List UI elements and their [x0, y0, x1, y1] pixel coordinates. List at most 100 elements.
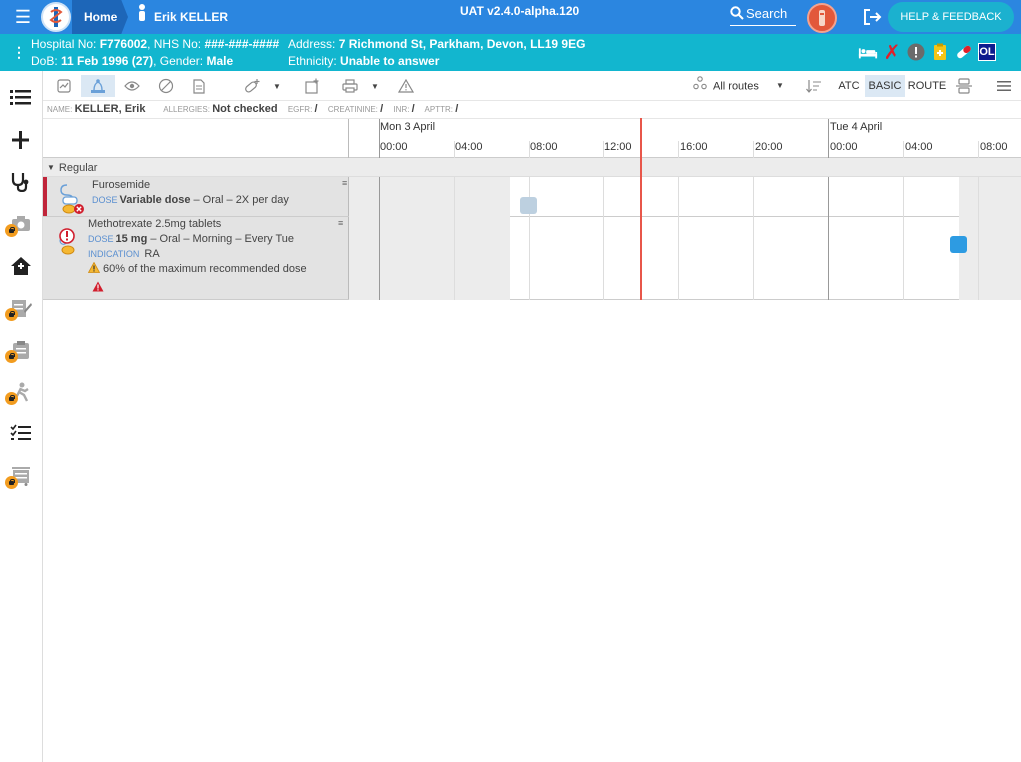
user-avatar[interactable] [807, 3, 837, 33]
allergy-x-icon[interactable]: ✗ [882, 40, 902, 64]
medication-name: Furosemide [92, 179, 151, 191]
routes-filter-dropdown[interactable]: All routes ▼ [693, 76, 788, 96]
print-dropdown[interactable]: ▼ [368, 75, 382, 97]
warning-triangle-icon[interactable] [395, 75, 417, 97]
nav-trolley[interactable] [0, 458, 43, 494]
medication-schedule [349, 217, 1021, 300]
nav-add[interactable] [0, 122, 43, 158]
medication-row[interactable]: Methotrexate 2.5mg tablets DOSE 15 mg – O… [43, 217, 1021, 300]
main-menu-icon[interactable]: ☰ [12, 8, 34, 26]
list-icon [10, 90, 31, 105]
dose-due-marker[interactable] [950, 236, 967, 253]
add-order-icon[interactable] [301, 75, 323, 97]
nav-home[interactable] [0, 248, 43, 284]
medication-info: Methotrexate 2.5mg tablets DOSE 15 mg – O… [43, 217, 349, 299]
search-label: Search [746, 6, 788, 21]
add-medication-icon[interactable] [241, 75, 263, 97]
creatinine-value: / [380, 103, 384, 115]
nav-camera[interactable] [0, 206, 43, 242]
view-eye-icon[interactable] [121, 75, 143, 97]
atc-view-button[interactable]: ATC [835, 75, 863, 97]
name-label: NAME: [47, 105, 73, 114]
allergies-value: Not checked [212, 103, 278, 115]
administer-icon[interactable] [81, 75, 115, 97]
time-tick: 16:00 [680, 141, 708, 153]
high-alert-icon[interactable] [92, 281, 104, 295]
patient-banner: ⋮ Hospital No: F776002, NHS No: ###-###-… [0, 34, 1021, 71]
search-button[interactable]: Search [730, 6, 796, 26]
ol-badge[interactable]: OL [978, 43, 996, 61]
time-tick: 00:00 [380, 141, 408, 153]
day-label-1: Mon 3 April [380, 121, 436, 133]
creatinine-label: CREATININE: [327, 105, 378, 114]
medication-indication-line: INDICATION RA [88, 248, 160, 260]
app-logo[interactable] [41, 2, 71, 32]
stop-medication-icon[interactable] [155, 75, 177, 97]
basic-view-button[interactable]: BASIC [865, 75, 905, 97]
dose-details: – Oral – Morning – Every Tue [147, 233, 295, 245]
egfr-label: EGFR: [287, 105, 313, 114]
nav-list[interactable] [0, 80, 43, 116]
person-icon [136, 1, 148, 35]
inr-label: INR: [393, 105, 410, 114]
chart-toolbar: ▼ ▼ All routes ▼ ATC BASIC ROUTE [43, 71, 1021, 101]
banner-icons: ✗ OL [858, 40, 996, 64]
schedule-grid [349, 177, 1021, 217]
breadcrumb-patient[interactable]: Erik KELLER [136, 0, 228, 34]
dob-label: DoB: [31, 54, 58, 68]
medication-row[interactable]: Furosemide DOSE Variable dose – Oral – 2X… [43, 177, 1021, 217]
bed-icon[interactable] [858, 42, 878, 62]
chevron-down-icon: ▼ [776, 81, 784, 90]
dose-pending-marker[interactable] [520, 197, 537, 214]
name-value: KELLER, Erik [74, 103, 146, 115]
top-bar: ☰ Home Erik KELLER UAT v2.4.0-alpha.120 … [0, 0, 1021, 34]
nhs-no-label: NHS No: [153, 37, 202, 51]
logout-icon[interactable] [862, 8, 884, 26]
current-time-line [640, 118, 642, 300]
warning-icon [87, 261, 101, 276]
schedule-grid [349, 217, 1021, 300]
breadcrumb-home[interactable]: Home [72, 0, 128, 34]
dose-details: – Oral – 2X per day [190, 194, 289, 206]
add-medication-dropdown[interactable]: ▼ [270, 75, 284, 97]
search-icon [730, 6, 744, 24]
help-feedback-button[interactable]: HELP & FEEDBACK [888, 2, 1014, 32]
dose-value: 15 mg [115, 233, 148, 245]
gender: Male [206, 54, 234, 68]
hospital-no: F776002 [99, 37, 148, 51]
lock-icon [5, 308, 18, 321]
dose-label: DOSE [92, 195, 118, 205]
dose-warning-line: 60% of the maximum recommended dose [87, 261, 307, 276]
compact-view-icon[interactable] [953, 75, 975, 97]
nav-checklist[interactable] [0, 416, 43, 452]
dose-value: Variable dose [119, 194, 191, 206]
chart-view-icon[interactable] [53, 75, 75, 97]
group-regular[interactable]: ▼ Regular [43, 158, 1021, 177]
document-icon[interactable] [188, 75, 210, 97]
lock-icon [5, 350, 18, 363]
banner-line-2: DoB: 11 Feb 1996 (27), Gender: Male [31, 54, 234, 68]
time-tick: 04:00 [455, 141, 483, 153]
clipboard-icon[interactable] [930, 42, 950, 62]
apttr-label: APTTR: [424, 105, 453, 114]
routes-label: All routes [713, 80, 759, 93]
more-menu-icon[interactable] [993, 75, 1015, 97]
nav-notes[interactable] [0, 290, 43, 326]
nav-activity[interactable] [0, 374, 43, 410]
medication-name: Methotrexate 2.5mg tablets [88, 218, 222, 230]
nav-clinical[interactable] [0, 164, 43, 200]
pill-icon[interactable] [954, 42, 974, 62]
route-view-button[interactable]: ROUTE [907, 75, 947, 97]
alert-icon[interactable] [906, 42, 926, 62]
row-menu-icon[interactable]: ≡ [338, 219, 345, 228]
banner-more-icon[interactable]: ⋮ [12, 43, 26, 61]
checklist-icon [10, 424, 31, 440]
sort-icon[interactable] [803, 75, 825, 97]
address-label: Address: [288, 37, 336, 51]
print-icon[interactable] [339, 75, 361, 97]
nav-forms[interactable] [0, 332, 43, 368]
row-menu-icon[interactable]: ≡ [342, 179, 349, 188]
medication-info: Furosemide DOSE Variable dose – Oral – 2X… [43, 177, 349, 216]
time-tick: 00:00 [830, 141, 858, 153]
gender-label: Gender: [159, 54, 204, 68]
